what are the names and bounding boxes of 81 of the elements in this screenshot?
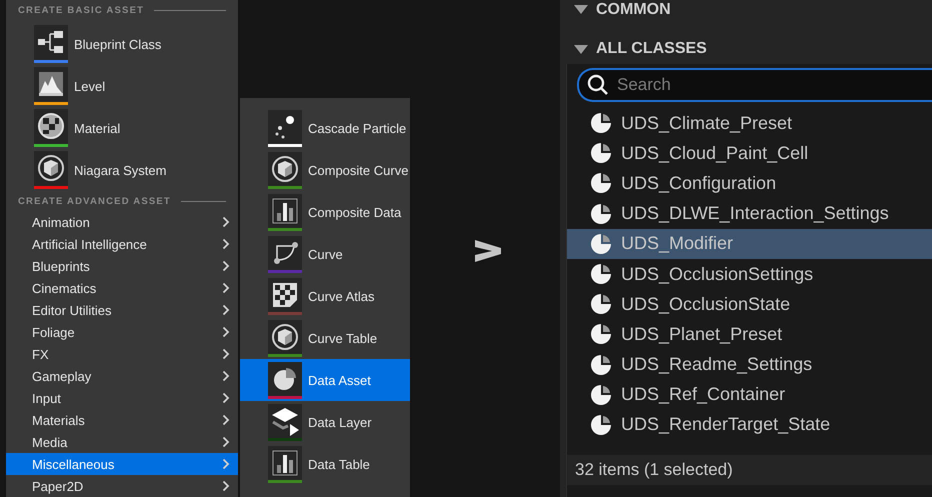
section-header[interactable]: ALL CLASSES [560, 20, 932, 58]
chevron-right-icon [222, 436, 230, 448]
menu-item[interactable]: Cascade Particle [240, 107, 410, 149]
menu-item[interactable]: Data Table [240, 443, 410, 485]
class-name: UDS_DLWE_Interaction_Settings [621, 203, 889, 224]
menu-item[interactable]: Niagara System [6, 149, 238, 191]
class-list-item[interactable]: UDS_OcclusionState [567, 289, 932, 320]
chevron-right-icon [222, 238, 230, 250]
menu-item[interactable]: Input [6, 387, 238, 409]
caret-down-icon [574, 5, 588, 15]
pie-icon [590, 323, 612, 346]
class-name: UDS_Climate_Preset [621, 112, 792, 134]
chevron-right-icon [222, 304, 230, 316]
section-header: CREATE ADVANCED ASSET [18, 196, 171, 206]
pie-icon [590, 202, 612, 225]
chevron-right-icon [222, 282, 230, 294]
section-header[interactable]: COMMON [560, 0, 932, 20]
chevron-right-icon [222, 392, 230, 404]
class-list-item[interactable]: UDS_Modifier [567, 228, 932, 259]
menu-item[interactable]: Media [6, 431, 238, 453]
class-name: UDS_Ref_Container [621, 384, 786, 406]
menu-item[interactable]: Paper2D [6, 475, 238, 497]
class-list-item[interactable]: UDS_Ref_Container [567, 380, 932, 410]
class-list-item[interactable]: UDS_DLWE_Interaction_Settings [567, 198, 932, 229]
class-name: UDS_Modifier [621, 233, 734, 254]
menu-item[interactable]: Data Layer [240, 401, 410, 443]
menu-item[interactable]: Artificial Intelligence [6, 233, 238, 255]
menu-item[interactable]: FX [6, 343, 238, 365]
chevron-right-icon [222, 348, 230, 360]
pie-icon [590, 232, 612, 255]
menu-item[interactable]: Curve Table [240, 317, 410, 359]
class-list-item[interactable]: UDS_Cloud_Paint_Cell [567, 138, 932, 168]
search-field[interactable]: Search [577, 68, 932, 102]
menu-item[interactable]: Curve Atlas [240, 275, 410, 317]
chevron-right-icon [222, 370, 230, 382]
pie-icon [590, 354, 612, 376]
chevron-right-icon [222, 414, 230, 426]
pie-icon [590, 384, 612, 406]
pie-icon [590, 263, 612, 286]
menu-item[interactable]: Level [6, 65, 238, 107]
chevron-right-icon [222, 458, 230, 470]
menu-item[interactable]: Composite Curve [240, 149, 410, 191]
menu-item[interactable]: Gameplay [6, 365, 238, 387]
pie-icon [590, 293, 612, 316]
class-name: UDS_Planet_Preset [621, 324, 782, 345]
menu-item[interactable]: Animation [6, 211, 238, 233]
class-name: UDS_RenderTarget_State [621, 414, 830, 436]
menu-item[interactable]: Editor Utilities [6, 299, 238, 321]
class-name: UDS_OcclusionSettings [621, 264, 814, 285]
class-list-item[interactable]: UDS_RenderTarget_State [567, 410, 932, 440]
menu-item[interactable]: Blueprints [6, 255, 238, 277]
class-name: UDS_OcclusionState [621, 294, 790, 315]
menu-item[interactable]: Data Asset [240, 359, 410, 401]
chevron-right-icon [222, 480, 230, 492]
class-name: UDS_Cloud_Paint_Cell [621, 142, 808, 164]
pie-icon [590, 142, 612, 164]
menu-item[interactable]: Material [6, 107, 238, 149]
menu-item[interactable]: Composite Data [240, 191, 410, 233]
class-list-item[interactable]: UDS_Planet_Preset [567, 319, 932, 350]
class-list-item[interactable]: UDS_Readme_Settings [567, 350, 932, 380]
arrow-icon [475, 240, 501, 262]
status-text: 32 items (1 selected) [567, 455, 932, 485]
menu-item[interactable]: Curve [240, 233, 410, 275]
menu-item[interactable]: Foliage [6, 321, 238, 343]
menu-item[interactable]: Miscellaneous [6, 453, 238, 475]
pie-icon [590, 414, 612, 436]
class-list-item[interactable]: UDS_Climate_Preset [567, 108, 932, 138]
class-name: UDS_Configuration [621, 172, 776, 194]
pie-icon [590, 172, 612, 194]
class-list-item[interactable]: UDS_Configuration [567, 168, 932, 199]
chevron-right-icon [222, 216, 230, 228]
class-list-item[interactable]: UDS_OcclusionSettings [567, 258, 932, 290]
menu-item[interactable]: Cinematics [6, 277, 238, 299]
caret-down-icon [574, 45, 588, 55]
section-header: CREATE BASIC ASSET [18, 4, 144, 16]
chevron-right-icon [222, 326, 230, 338]
class-name: UDS_Readme_Settings [621, 354, 812, 376]
menu-item[interactable]: Blueprint Class [6, 23, 238, 65]
menu-item[interactable]: Materials [6, 409, 238, 431]
chevron-right-icon [222, 260, 230, 272]
pie-icon [590, 112, 612, 134]
